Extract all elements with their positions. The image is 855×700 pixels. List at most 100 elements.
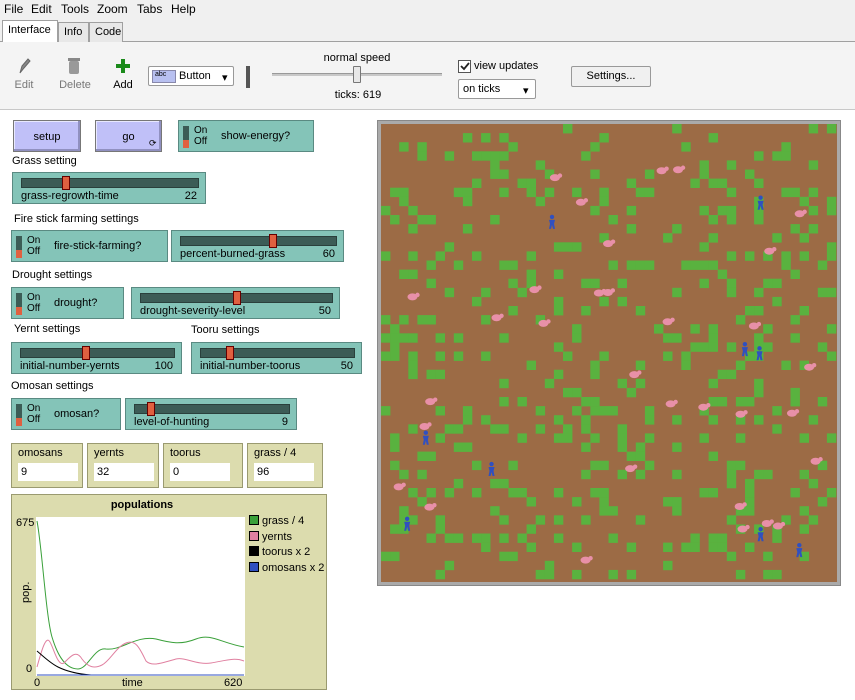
grass-patch	[644, 415, 655, 425]
grass-patch	[462, 224, 473, 234]
menu-zoom[interactable]: Zoom	[97, 2, 128, 16]
grass-patch	[390, 524, 400, 534]
pencil-icon[interactable]	[16, 56, 32, 76]
grass-patch	[390, 442, 400, 452]
trash-icon[interactable]	[67, 56, 81, 76]
grass-patch	[808, 187, 819, 198]
grass-patch	[754, 469, 764, 480]
grass-patch	[408, 205, 418, 216]
grass-patch	[781, 260, 791, 270]
grass-patch	[481, 542, 491, 552]
menu-tools[interactable]: Tools	[61, 2, 89, 16]
grass-patch	[635, 260, 646, 270]
slider-knob[interactable]	[61, 176, 70, 190]
tab-code[interactable]: Code	[89, 22, 123, 42]
grass-patch	[690, 324, 700, 334]
grass-patch	[581, 151, 591, 161]
grass-patch	[408, 269, 418, 279]
show-energy-switch[interactable]: On Off show-energy?	[178, 120, 314, 152]
grass-patch	[499, 169, 509, 179]
grass-patch	[472, 151, 482, 161]
slider-name: grass-regrowth-time	[21, 190, 119, 202]
grass-patch	[745, 169, 755, 179]
world-view[interactable]	[381, 124, 837, 582]
grass-regrowth-slider[interactable]: grass-regrowth-time 22	[12, 172, 206, 204]
slider-knob[interactable]	[147, 402, 156, 416]
grass-patch	[526, 524, 536, 534]
delete-button-label[interactable]: Delete	[57, 79, 93, 91]
go-button[interactable]: go ⟳	[95, 120, 162, 152]
world-view-frame[interactable]	[377, 120, 841, 586]
slider-name: initial-number-toorus	[200, 360, 301, 372]
switch-knob[interactable]	[183, 140, 189, 148]
grass-patch	[672, 497, 682, 507]
edit-button-label[interactable]: Edit	[12, 79, 36, 91]
switch-knob[interactable]	[16, 418, 22, 426]
grass-patch	[435, 406, 445, 416]
drought-switch[interactable]: On Off drought?	[11, 287, 124, 319]
grass-patch	[462, 187, 473, 198]
grass-patch	[681, 360, 691, 370]
grass-patch	[635, 378, 646, 389]
fire-stick-switch[interactable]: On Off fire-stick-farming?	[11, 230, 168, 262]
switch-on-label: On	[27, 403, 41, 414]
grass-patch	[708, 378, 718, 389]
grass-patch	[581, 415, 591, 425]
add-icon[interactable]	[115, 58, 131, 74]
grass-patch	[608, 506, 618, 516]
grass-patch	[444, 242, 455, 252]
grass-patch	[535, 424, 546, 434]
widget-type-dropdown[interactable]: abc Button ▾	[148, 66, 234, 86]
grass-patch	[635, 451, 646, 461]
grass-patch	[599, 187, 609, 198]
slider-track[interactable]	[20, 348, 175, 358]
tab-info[interactable]: Info	[58, 22, 89, 42]
slider-track[interactable]	[180, 236, 337, 246]
slider-knob[interactable]	[269, 234, 278, 248]
go-button-label: go	[122, 131, 135, 143]
view-updates-checkbox[interactable]	[458, 60, 471, 73]
slider-knob[interactable]	[81, 346, 90, 360]
grass-patch	[808, 160, 819, 170]
grass-patch	[590, 433, 600, 443]
menu-tabs[interactable]: Tabs	[137, 2, 162, 16]
add-button-label[interactable]: Add	[110, 79, 136, 91]
grass-patch	[826, 251, 837, 261]
grass-patch	[390, 215, 400, 225]
grass-patch	[417, 151, 427, 161]
grass-patch	[681, 542, 691, 552]
settings-button[interactable]: Settings...	[571, 66, 651, 87]
grass-patch	[572, 333, 582, 343]
slider-track[interactable]	[21, 178, 199, 188]
slider-track[interactable]	[200, 348, 355, 358]
grass-patch	[808, 415, 819, 425]
monitor-value: 0	[170, 463, 230, 481]
grass-patch	[526, 542, 536, 552]
grass-patch	[581, 278, 591, 289]
grass-patch	[690, 178, 700, 188]
initial-toorus-slider[interactable]: initial-number-toorus 50	[191, 342, 362, 374]
switch-knob[interactable]	[16, 307, 22, 315]
slider-track[interactable]	[134, 404, 290, 414]
grass-patch	[635, 187, 646, 198]
grass-patch	[644, 187, 655, 198]
slider-knob[interactable]	[226, 346, 235, 360]
initial-yernts-slider[interactable]: initial-number-yernts 100	[11, 342, 182, 374]
omosan-switch[interactable]: On Off omosan?	[11, 398, 121, 430]
setup-button[interactable]: setup	[13, 120, 81, 152]
speed-slider-thumb[interactable]	[353, 66, 361, 83]
tab-interface[interactable]: Interface	[2, 20, 58, 42]
grass-patch	[399, 142, 409, 152]
menu-file[interactable]: File	[4, 2, 23, 16]
grass-patch	[417, 451, 427, 461]
drought-severity-slider[interactable]: drought-severity-level 50	[131, 287, 340, 319]
update-mode-dropdown[interactable]: on ticks ▾	[458, 79, 536, 99]
slider-knob[interactable]	[232, 291, 241, 305]
grass-patch	[535, 569, 546, 580]
grass-patch	[772, 151, 782, 161]
percent-burned-slider[interactable]: percent-burned-grass 60	[171, 230, 344, 262]
switch-knob[interactable]	[16, 250, 22, 258]
menu-edit[interactable]: Edit	[31, 2, 52, 16]
level-of-hunting-slider[interactable]: level-of-hunting 9	[125, 398, 297, 430]
menu-help[interactable]: Help	[171, 2, 196, 16]
